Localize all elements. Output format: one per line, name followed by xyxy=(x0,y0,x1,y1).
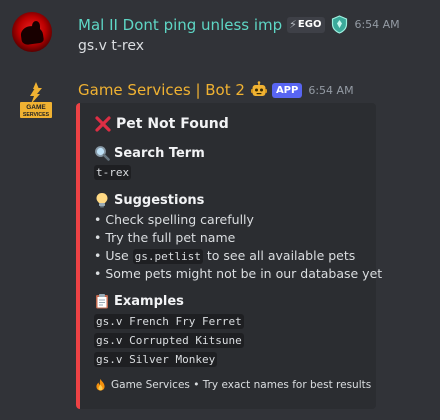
example-item: gs.v Silver Monkey xyxy=(94,350,244,369)
server-tag-badge[interactable]: ⚡ EGO xyxy=(287,16,326,33)
field-value: t-rex xyxy=(94,163,205,181)
message-header: Game Services | Bot 2 APP 6:54 AM xyxy=(78,81,354,99)
avatar-text-game: GAME xyxy=(26,104,46,111)
timestamp: 6:54 AM xyxy=(308,83,354,97)
example-item: gs.v French Fry Ferret xyxy=(94,312,244,331)
cross-mark-icon xyxy=(95,116,111,132)
message-user: Mal II Dont ping unless imp ⚡ EGO 6:54 A… xyxy=(0,10,440,62)
avatar-text-services: SERVICES xyxy=(23,112,50,118)
bot-username[interactable]: Game Services | Bot 2 xyxy=(78,81,245,99)
field-name-text: Search Term xyxy=(114,145,205,161)
game-services-logo-icon: GAME SERVICES xyxy=(20,82,52,118)
example-item: gs.v Corrupted Kitsune xyxy=(94,331,244,350)
example-code: gs.v Corrupted Kitsune xyxy=(94,333,244,348)
suggestion-item: • Try the full pet name xyxy=(94,230,236,245)
message-header: Mal II Dont ping unless imp ⚡ EGO 6:54 A… xyxy=(78,15,400,34)
clipboard-icon xyxy=(96,294,108,309)
petlist-command-code: gs.petlist xyxy=(132,249,203,264)
field-examples: Examples gs.v French Fry Ferret gs.v Cor… xyxy=(94,293,244,369)
field-suggestions: Suggestions • Check spelling carefully •… xyxy=(94,192,382,283)
user-avatar[interactable] xyxy=(12,12,52,52)
field-name: Suggestions xyxy=(94,192,382,208)
avatar-figure-head xyxy=(32,21,40,31)
field-name: Examples xyxy=(94,293,244,309)
shield-badge-icon[interactable] xyxy=(331,15,348,34)
search-term-code: t-rex xyxy=(94,165,132,180)
field-value: • Check spelling carefully • Try the ful… xyxy=(94,211,382,283)
suggestion-item: • Use gs.petlist to see all available pe… xyxy=(94,247,382,265)
field-search-term: Search Term t-rex xyxy=(94,145,205,181)
embed-title: Pet Not Found xyxy=(94,115,229,133)
example-code: gs.v French Fry Ferret xyxy=(94,314,244,329)
example-code: gs.v Silver Monkey xyxy=(94,352,218,367)
suggestion-text: • Use xyxy=(94,248,133,263)
field-name-text: Examples xyxy=(114,293,184,309)
suggestion-item: • Check spelling carefully xyxy=(94,212,254,227)
embed-card: Pet Not Found Search Term t-rex Suggesti… xyxy=(76,103,382,409)
server-tag-label: EGO xyxy=(297,19,322,30)
footer-text: Game Services • Try exact names for best… xyxy=(111,378,372,391)
suggestion-item: • Some pets might not be in our database… xyxy=(94,266,383,281)
username[interactable]: Mal II Dont ping unless imp xyxy=(78,16,282,34)
embed-footer: Game Services • Try exact names for best… xyxy=(94,378,371,391)
suggestion-text: to see all available pets xyxy=(202,248,356,263)
field-name-text: Suggestions xyxy=(114,192,205,208)
embed-title-text: Pet Not Found xyxy=(116,116,229,132)
field-value: gs.v French Fry Ferret gs.v Corrupted Ki… xyxy=(94,312,244,369)
magnifying-glass-icon xyxy=(95,146,110,161)
light-bulb-icon xyxy=(96,193,108,208)
app-badge: APP xyxy=(271,82,303,98)
timestamp: 6:54 AM xyxy=(354,18,400,31)
fire-icon xyxy=(96,378,105,391)
field-name: Search Term xyxy=(94,145,205,161)
robot-icon xyxy=(250,81,267,96)
bolt-icon: ⚡ xyxy=(289,18,297,31)
message-content: gs.v t-rex xyxy=(78,38,145,54)
bot-avatar[interactable]: GAME SERVICES xyxy=(16,80,56,122)
